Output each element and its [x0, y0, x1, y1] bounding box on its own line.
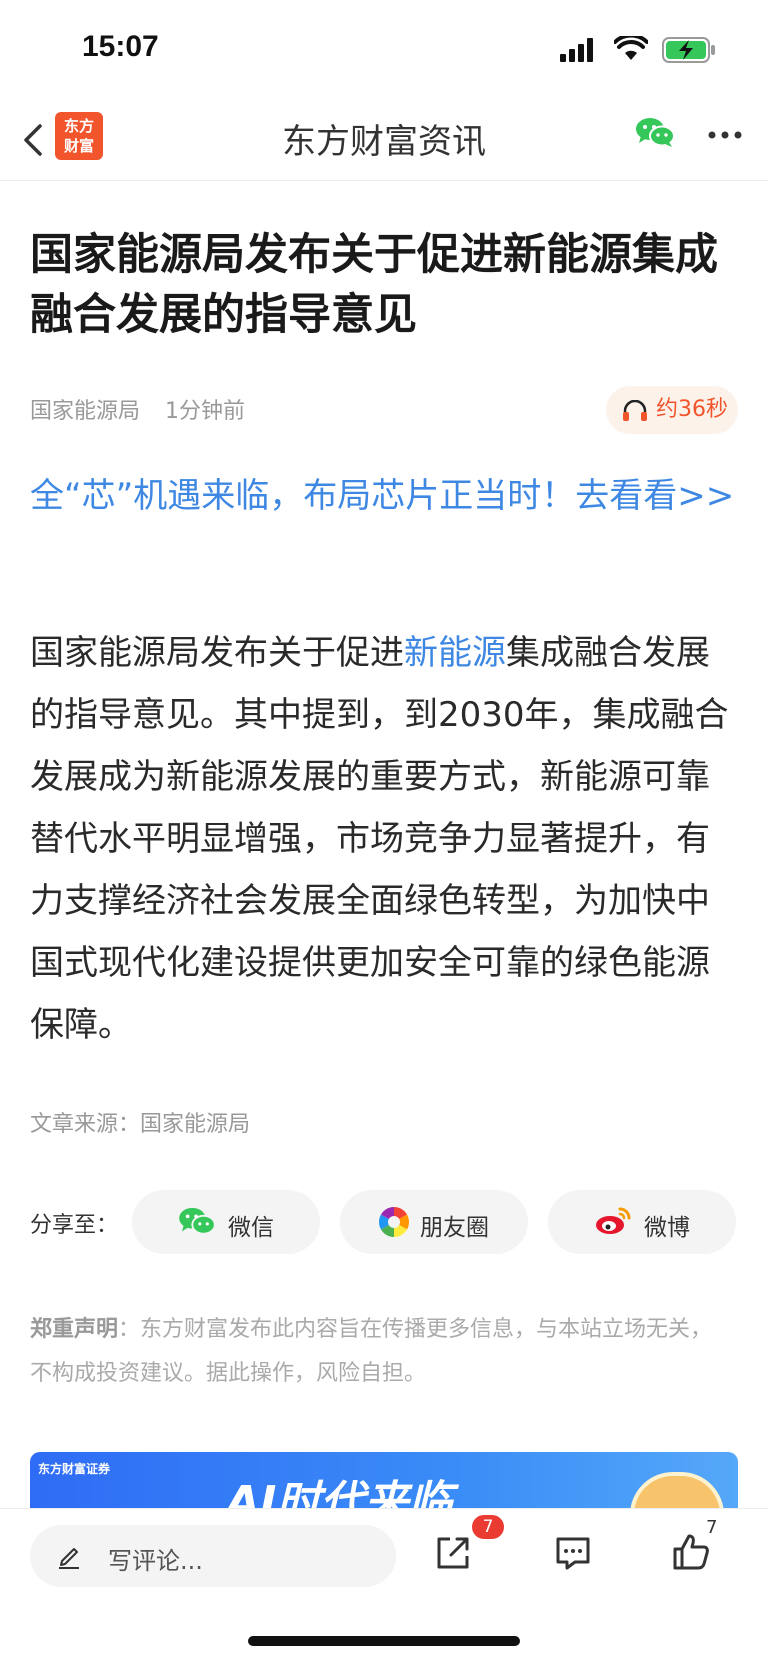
disclaimer-text: ：东方财富发布此内容旨在传播更多信息，与本站立场无关，不构成投资建议。据此操作，…: [30, 1317, 713, 1386]
more-options-icon[interactable]: [708, 130, 742, 140]
keyword-link[interactable]: 新能源: [404, 633, 506, 673]
article-title: 国家能源局发布关于促进新能源集成融合发展的指导意见: [30, 230, 718, 340]
article-body: 国家能源局发布关于促进新能源集成融合发展的指导意见。其中提到，到2030年，集成…: [30, 622, 742, 1056]
share-label: 分享至：: [30, 1213, 119, 1238]
home-indicator[interactable]: [248, 1636, 520, 1646]
disclaimer: 郑重声明：东方财富发布此内容旨在传播更多信息，与本站立场无关，不构成投资建议。据…: [30, 1308, 730, 1396]
ad-banner[interactable]: 东方财富证券 AI时代来临: [30, 1452, 738, 1508]
banner-brand: 东方财富证券: [38, 1462, 111, 1476]
wechat-icon: [179, 1207, 216, 1235]
wechat-share-icon[interactable]: [635, 116, 675, 148]
comment-input[interactable]: 写评论...: [30, 1525, 396, 1587]
article-author[interactable]: 国家能源局: [30, 399, 140, 424]
share-icon[interactable]: [433, 1533, 473, 1573]
like-count: 7: [706, 1517, 718, 1538]
share-weibo-label: 微博: [644, 1215, 690, 1241]
banner-title: AI时代来临: [226, 1477, 453, 1508]
body-text-rest: 集成融合发展的指导意见。其中提到，到2030年，集成融合发展成为新能源发展的重要…: [30, 633, 729, 1045]
share-wechat-label: 微信: [228, 1215, 274, 1241]
article-meta: 国家能源局 1分钟前: [30, 393, 263, 425]
battery-charging-icon: [662, 37, 715, 63]
nav-bar: 东方 财富 东方财富资讯: [0, 100, 768, 181]
weibo-icon: [596, 1207, 631, 1234]
comment-placeholder: 写评论...: [108, 1547, 203, 1575]
pencil-icon: [59, 1548, 79, 1569]
article-source: 文章来源：国家能源局: [30, 1112, 251, 1137]
share-count-badge: 7: [472, 1515, 504, 1539]
cellular-signal-icon: [560, 38, 593, 62]
headphones-icon: [623, 400, 647, 421]
article-time: 1分钟前: [165, 399, 246, 424]
comments-icon[interactable]: [553, 1533, 593, 1573]
share-moments-button[interactable]: 朋友圈: [340, 1190, 528, 1254]
body-text-start: 国家能源局发布关于促进: [30, 633, 404, 673]
status-time: 15:07: [82, 30, 159, 63]
status-bar: 15:07: [0, 0, 768, 100]
promo-link[interactable]: 全“芯”机遇来临，布局芯片正当时！去看看>>: [30, 465, 742, 527]
banner-coin-graphic: [630, 1472, 724, 1508]
share-wechat-button[interactable]: 微信: [132, 1190, 320, 1254]
listen-audio-button[interactable]: 约36秒: [606, 386, 738, 434]
moments-aperture-icon: [378, 1207, 410, 1237]
disclaimer-heading: 郑重声明: [30, 1317, 119, 1342]
share-weibo-button[interactable]: 微博: [548, 1190, 736, 1254]
audio-duration: 约36秒: [656, 397, 728, 422]
share-moments-label: 朋友圈: [420, 1215, 489, 1241]
wifi-icon: [614, 36, 648, 60]
